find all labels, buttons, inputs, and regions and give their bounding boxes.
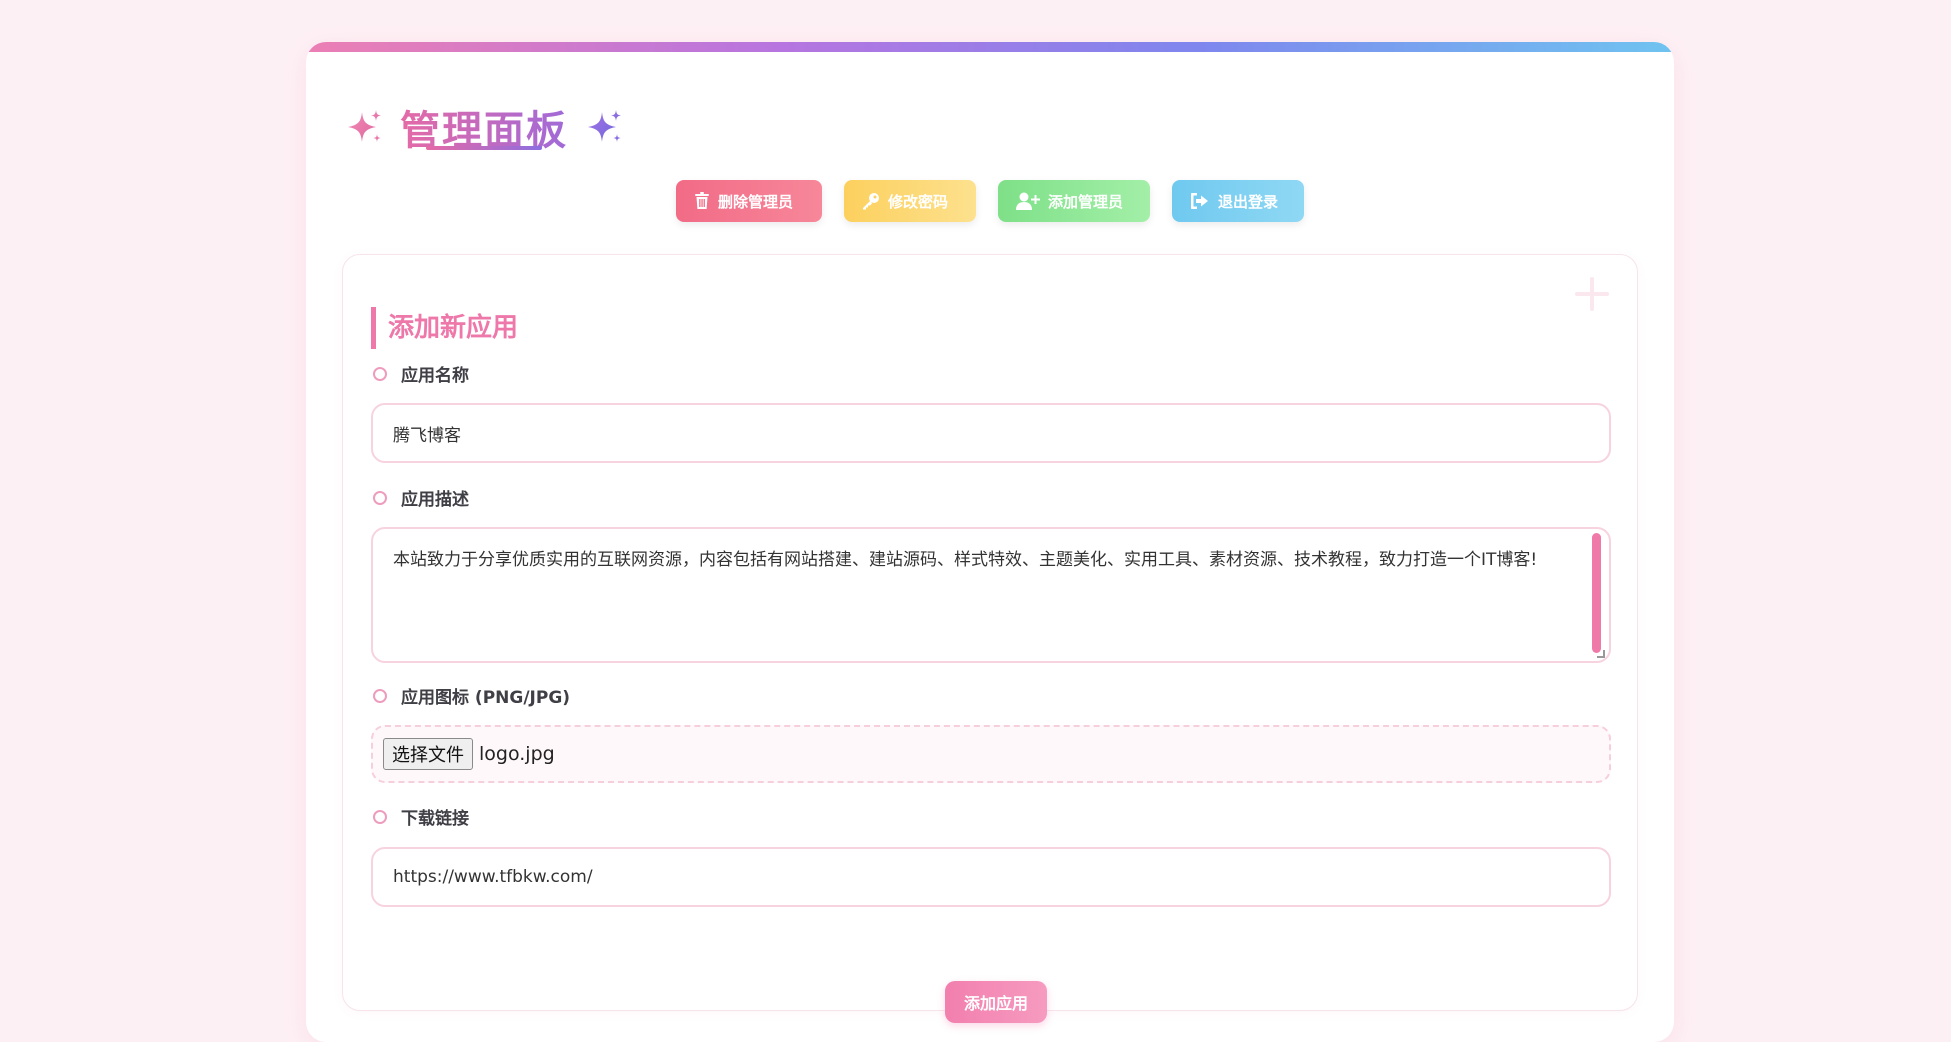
- download-link-value: https://www.tfbkw.com/: [393, 867, 593, 887]
- title-row: 管理面板: [344, 82, 626, 172]
- app-icon-label-row: 应用图标 (PNG/JPG): [373, 683, 570, 708]
- app-icon-label: 应用图标 (PNG/JPG): [401, 688, 571, 708]
- circle-icon: [373, 366, 387, 381]
- trash-icon: [695, 192, 709, 209]
- logout-button[interactable]: 退出登录: [1172, 180, 1304, 222]
- add-admin-label: 添加管理员: [1048, 192, 1124, 211]
- delete-admin-label: 删除管理员: [718, 192, 794, 211]
- selected-file-name: logo.jpg: [479, 743, 555, 765]
- add-admin-button[interactable]: 添加管理员: [998, 180, 1150, 222]
- app-icon-file-dropzone[interactable]: 选择文件 logo.jpg: [371, 725, 1611, 783]
- user-plus-icon: [1016, 192, 1040, 210]
- app-name-label-row: 应用名称: [373, 361, 469, 386]
- delete-admin-button[interactable]: 删除管理员: [676, 180, 822, 222]
- circle-icon: [373, 688, 387, 703]
- app-description-value: 本站致力于分享优质实用的互联网资源，内容包括有网站搭建、建站源码、样式特效、主题…: [393, 550, 1538, 570]
- app-description-textarea[interactable]: 本站致力于分享优质实用的互联网资源，内容包括有网站搭建、建站源码、样式特效、主题…: [371, 527, 1611, 663]
- admin-panel: 管理面板 删除管理员 修改密码 添加管理员 退出登录 添加新应用 应用名称 腾飞…: [306, 42, 1674, 1042]
- form-title: 添加新应用: [371, 307, 518, 349]
- panel-gradient-bar: [306, 42, 1674, 52]
- title-underline: [426, 146, 542, 150]
- circle-icon: [373, 490, 387, 505]
- app-name-label: 应用名称: [401, 366, 469, 386]
- download-link-label-row: 下载链接: [373, 804, 469, 829]
- sign-out-icon: [1191, 193, 1208, 209]
- sparkle-icon: [348, 110, 381, 142]
- add-app-submit-button[interactable]: 添加应用: [945, 981, 1047, 1023]
- app-description-label: 应用描述: [401, 490, 469, 510]
- sparkle-icon: [588, 110, 621, 142]
- plus-icon: [1575, 277, 1609, 311]
- action-toolbar: 删除管理员 修改密码 添加管理员 退出登录: [306, 180, 1674, 222]
- app-name-value: 腾飞博客: [393, 425, 461, 446]
- circle-icon: [373, 809, 387, 824]
- key-icon: [863, 193, 879, 210]
- choose-file-button[interactable]: 选择文件: [383, 738, 473, 770]
- change-password-label: 修改密码: [888, 192, 949, 211]
- logout-label: 退出登录: [1218, 192, 1279, 211]
- download-link-label: 下载链接: [401, 809, 469, 829]
- app-name-input[interactable]: 腾飞博客: [371, 403, 1611, 463]
- change-password-button[interactable]: 修改密码: [844, 180, 976, 222]
- app-description-label-row: 应用描述: [373, 485, 469, 510]
- textarea-scrollbar[interactable]: [1592, 533, 1601, 653]
- download-link-input[interactable]: https://www.tfbkw.com/: [371, 847, 1611, 907]
- add-app-form-card: 添加新应用 应用名称 腾飞博客 应用描述 本站致力于分享优质实用的互联网资源，内…: [342, 254, 1638, 1023]
- resize-handle[interactable]: [1597, 650, 1605, 658]
